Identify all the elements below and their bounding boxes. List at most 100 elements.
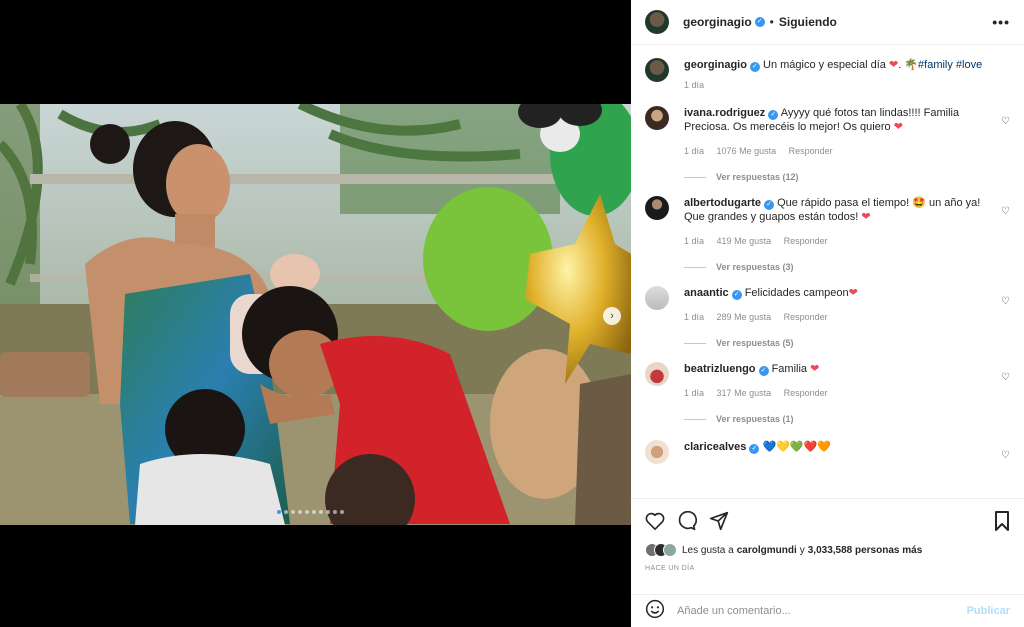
chevron-right-icon: › <box>610 310 614 322</box>
comment-body: 💙💛💚❤️🧡 <box>762 441 831 453</box>
likes-connector: y <box>799 544 805 556</box>
heart-outline-icon[interactable]: ♡ <box>1001 116 1010 127</box>
comment-meta: 1 día 289 Me gusta Responder <box>684 312 984 322</box>
carousel-dot <box>312 510 316 514</box>
comment-body: Felicidades campeon <box>744 287 849 299</box>
carousel-dot <box>284 510 288 514</box>
verified-badge-icon: ✓ <box>768 110 779 120</box>
post-photo[interactable] <box>0 104 631 525</box>
following-button[interactable]: Siguiendo <box>779 15 837 29</box>
reply-button[interactable]: Responder <box>784 312 828 322</box>
likes-count[interactable]: 3,033,588 personas más <box>808 545 923 556</box>
comment-item: ivana.rodriguez ✓ Ayyyy qué fotos tan lin… <box>645 106 1010 182</box>
heart-emoji-icon: ❤ <box>893 121 903 133</box>
heart-outline-icon[interactable]: ♡ <box>1001 206 1010 217</box>
commenter-avatar[interactable] <box>645 362 669 386</box>
commenter-avatar[interactable] <box>645 440 669 464</box>
comments-list[interactable]: georginagio ✓ Un mágico y especial día ❤.… <box>631 46 1024 498</box>
media-pane: › <box>0 0 631 627</box>
verified-badge-icon: ✓ <box>731 290 742 300</box>
verified-badge-icon: ✓ <box>764 200 775 210</box>
comment-text: anaantic ✓ Felicidades campeon❤ <box>684 286 984 300</box>
comment-meta: 1 día 419 Me gusta Responder <box>684 236 984 246</box>
comment-text: albertodugarte ✓ Que rápido pasa el tiemp… <box>684 196 984 224</box>
share-paper-plane-icon[interactable] <box>709 511 729 531</box>
add-comment-bar: Publicar <box>631 594 1024 627</box>
caption-username[interactable]: georginagio <box>684 59 747 71</box>
palm-tree-emoji-icon: 🌴 <box>904 59 919 71</box>
comment-like-count[interactable]: 317 Me gusta <box>717 388 772 398</box>
caption: georginagio ✓ Un mágico y especial día ❤.… <box>645 58 1010 90</box>
comment-time[interactable]: 1 día <box>684 146 704 156</box>
comment-body: Familia <box>771 363 808 375</box>
heart-outline-icon[interactable]: ♡ <box>1001 450 1010 461</box>
comment-text: ivana.rodriguez ✓ Ayyyy qué fotos tan lin… <box>684 106 984 134</box>
carousel-dot <box>319 510 323 514</box>
comment-like-count[interactable]: 289 Me gusta <box>717 312 772 322</box>
like-heart-icon[interactable] <box>645 512 665 530</box>
comment-time[interactable]: 1 día <box>684 312 704 322</box>
post-date[interactable]: HACE UN DÍA <box>645 565 1010 572</box>
comment-item: claricealves ✓ 💙💛💚❤️🧡 ♡ <box>645 440 1010 464</box>
comment-username[interactable]: claricealves <box>684 441 746 453</box>
caption-time[interactable]: 1 día <box>684 80 704 90</box>
comment-username[interactable]: beatrizluengo <box>684 363 756 375</box>
liker-avatar <box>663 543 677 557</box>
comment-time[interactable]: 1 día <box>684 388 704 398</box>
action-icons <box>645 509 1010 533</box>
separator-dot: • <box>769 15 774 29</box>
comment-text: claricealves ✓ 💙💛💚❤️🧡 <box>684 440 984 454</box>
carousel-indicator <box>277 510 344 514</box>
author-username[interactable]: georginagio <box>683 15 752 29</box>
view-replies-button[interactable]: Ver respuestas (5) <box>684 338 984 348</box>
commenter-avatar[interactable] <box>645 196 669 220</box>
likers-avatars[interactable] <box>645 543 677 557</box>
liker-username[interactable]: carolgmundi <box>737 545 797 556</box>
publish-button[interactable]: Publicar <box>967 605 1010 617</box>
post-header: georginagio ✓ • Siguiendo ••• <box>631 0 1024 45</box>
likes-summary: Les gusta a carolgmundi y 3,033,588 pers… <box>645 543 1010 557</box>
bookmark-icon[interactable] <box>994 511 1010 531</box>
more-horizontal-icon[interactable]: ••• <box>992 14 1010 30</box>
commenter-avatar[interactable] <box>645 106 669 130</box>
next-slide-button[interactable]: › <box>603 307 621 325</box>
view-replies-button[interactable]: Ver respuestas (3) <box>684 262 984 272</box>
caption-body: Un mágico y especial día <box>763 59 886 71</box>
comment-input[interactable] <box>677 605 967 617</box>
comment-like-count[interactable]: 1076 Me gusta <box>717 146 777 156</box>
author-avatar[interactable] <box>645 10 669 34</box>
comment-meta: 1 día 317 Me gusta Responder <box>684 388 984 398</box>
heart-outline-icon[interactable]: ♡ <box>1001 372 1010 383</box>
heart-emoji-icon: ❤ <box>810 363 820 375</box>
emoji-smiley-icon[interactable] <box>645 599 665 624</box>
verified-badge-icon: ✓ <box>749 62 760 72</box>
carousel-dot <box>291 510 295 514</box>
carousel-dot <box>277 510 281 514</box>
reply-button[interactable]: Responder <box>784 388 828 398</box>
comment-meta: 1 día 1076 Me gusta Responder <box>684 146 984 156</box>
caption-meta: 1 día <box>684 80 984 90</box>
caption-text: georginagio ✓ Un mágico y especial día ❤.… <box>684 59 983 72</box>
heart-outline-icon[interactable]: ♡ <box>1001 296 1010 307</box>
view-replies-button[interactable]: Ver respuestas (1) <box>684 414 984 424</box>
hashtags[interactable]: #family #love <box>918 59 982 71</box>
likes-prefix: Les gusta a <box>682 544 734 556</box>
comment-username[interactable]: ivana.rodriguez <box>684 107 765 119</box>
view-replies-button[interactable]: Ver respuestas (12) <box>684 172 984 182</box>
comment-username[interactable]: albertodugarte <box>684 197 761 209</box>
author-avatar[interactable] <box>645 58 669 82</box>
comment-item: anaantic ✓ Felicidades campeon❤ 1 día 289… <box>645 286 1010 348</box>
comment-like-count[interactable]: 419 Me gusta <box>717 236 772 246</box>
carousel-dot <box>326 510 330 514</box>
commenter-avatar[interactable] <box>645 286 669 310</box>
heart-emoji-icon: ❤ <box>848 287 858 299</box>
comment-bubble-icon[interactable] <box>677 511 697 531</box>
reply-button[interactable]: Responder <box>784 236 828 246</box>
post-actions: Les gusta a carolgmundi y 3,033,588 pers… <box>631 498 1024 594</box>
comment-time[interactable]: 1 día <box>684 236 704 246</box>
comment-item: beatrizluengo ✓ Familia ❤ 1 día 317 Me gu… <box>645 362 1010 424</box>
verified-badge-icon: ✓ <box>754 17 765 27</box>
comment-username[interactable]: anaantic <box>684 287 729 299</box>
reply-button[interactable]: Responder <box>789 146 833 156</box>
carousel-dot <box>305 510 309 514</box>
